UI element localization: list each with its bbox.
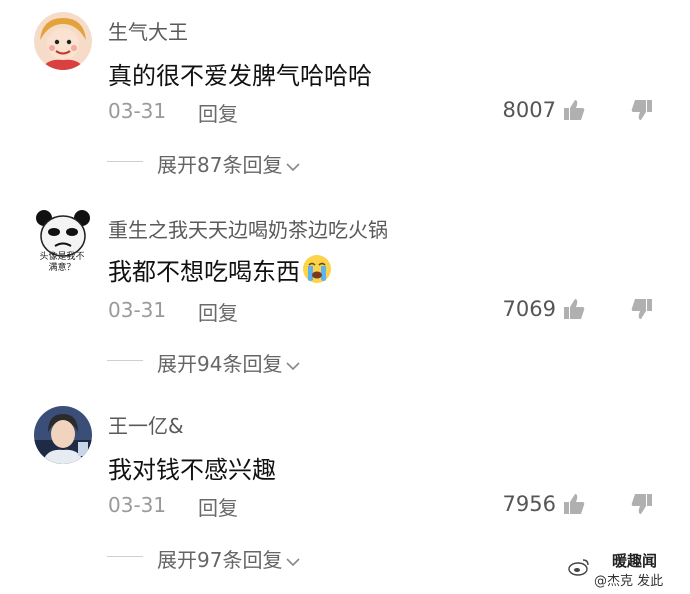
comment-item: 生气大王 真的很不爱发脾气哈哈哈 03-31 回复 8007 展开87条回复 — [0, 0, 690, 200]
thumbs-down-icon[interactable] — [630, 98, 654, 122]
comment-date: 03-31 — [108, 298, 167, 322]
like-count: 8007 — [502, 98, 556, 122]
comment-username[interactable]: 重生之我天天边喝奶茶边吃火锅 — [108, 214, 388, 243]
thumbs-down-icon[interactable] — [630, 297, 654, 321]
thumbs-down-icon[interactable] — [630, 492, 654, 516]
expand-divider — [107, 161, 143, 162]
expand-divider — [107, 360, 143, 361]
like-count: 7956 — [502, 492, 556, 516]
expand-replies-label: 展开94条回复 — [157, 352, 283, 376]
thumbs-up-icon[interactable] — [562, 98, 586, 122]
comment-text: 我都不想吃喝东西 — [108, 252, 332, 287]
expand-replies-button[interactable]: 展开97条回复 — [157, 544, 301, 573]
watermark-handle: @杰克 发此 — [594, 574, 664, 589]
comment-date: 03-31 — [108, 493, 167, 517]
cartoon-girl-avatar-icon — [34, 12, 92, 70]
thumbs-up-icon[interactable] — [562, 297, 586, 321]
like-count: 7069 — [502, 297, 556, 321]
expand-replies-label: 展开87条回复 — [157, 153, 283, 177]
avatar-caption: 头像是我不满意？ — [39, 252, 85, 273]
expand-divider — [107, 556, 143, 557]
comment-date: 03-31 — [108, 99, 167, 123]
weibo-logo-icon — [568, 559, 589, 576]
comment-text: 真的很不爱发脾气哈哈哈 — [108, 62, 372, 90]
reply-button[interactable]: 回复 — [198, 492, 238, 521]
chevron-down-icon — [286, 361, 301, 370]
comment-item: 头像是我不满意？ 重生之我天天边喝奶茶边吃火锅 我都不想吃喝东西 03-31 回… — [0, 198, 690, 398]
comment-text-body: 我都不想吃喝东西 — [108, 258, 300, 286]
expand-replies-button[interactable]: 展开87条回复 — [157, 149, 301, 178]
watermark: 暖趣闻 @杰克 发此 — [568, 550, 684, 589]
young-man-photo-avatar-icon — [34, 406, 92, 464]
expand-replies-button[interactable]: 展开94条回复 — [157, 348, 301, 377]
reply-button[interactable]: 回复 — [198, 297, 238, 326]
comment-username[interactable]: 王一亿& — [108, 410, 184, 439]
comment-text: 我对钱不感兴趣 — [108, 456, 276, 484]
crying-face-emoji-icon — [303, 255, 331, 283]
reply-button[interactable]: 回复 — [198, 98, 238, 127]
avatar[interactable] — [34, 406, 92, 464]
thumbs-up-icon[interactable] — [562, 492, 586, 516]
comment-username[interactable]: 生气大王 — [108, 16, 188, 45]
avatar[interactable] — [34, 12, 92, 70]
chevron-down-icon — [286, 557, 301, 566]
chevron-down-icon — [286, 162, 301, 171]
expand-replies-label: 展开97条回复 — [157, 548, 283, 572]
watermark-title: 暖趣闻 — [612, 552, 658, 570]
